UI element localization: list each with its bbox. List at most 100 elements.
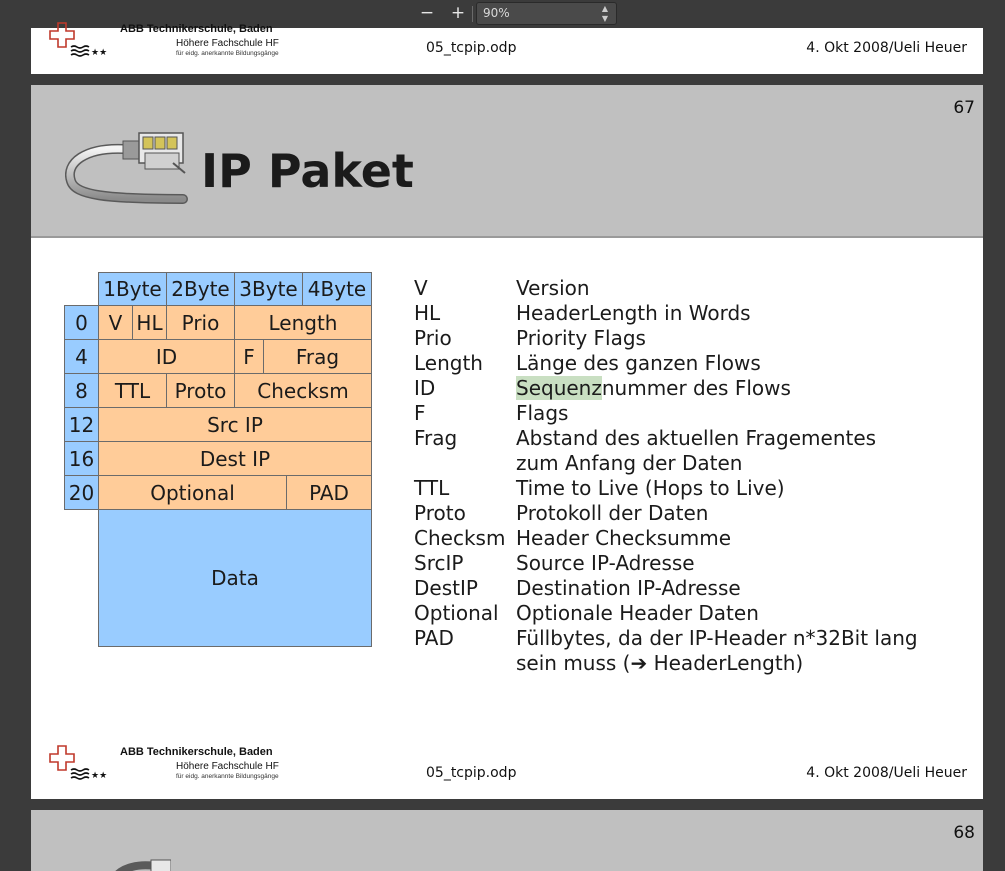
legend-desc: Länge des ganzen Flows (516, 351, 761, 375)
legend-abbr: Optional (414, 601, 499, 625)
school-logo: ★★ ABB Technikerschule, Baden Höhere Fac… (49, 745, 289, 787)
legend-row: Frag Abstand des aktuellen Fragementes (414, 426, 974, 451)
school-subtitle-small: für eidg. anerkannte Bildungsgänge (176, 773, 279, 780)
school-subtitle: Höhere Fachschule HF (176, 761, 279, 772)
field-fragment: Frag (263, 339, 372, 374)
legend-row: Optional Optionale Header Daten (414, 601, 974, 626)
legend-desc: Source IP-Adresse (516, 551, 695, 575)
offset-cell: 8 (64, 373, 99, 408)
field-id: ID (98, 339, 235, 374)
footer-date-author: 4. Okt 2008/Ueli Heuer (806, 40, 967, 56)
legend-row: DestIP Destination IP-Adresse (414, 576, 974, 601)
field-source-ip: Src IP (98, 407, 372, 442)
legend-abbr: DestIP (414, 576, 478, 600)
legend-abbr: SrcIP (414, 551, 464, 575)
legend-desc: Füllbytes, da der IP-Header n*32Bit lang (516, 626, 918, 650)
title-band: 68 (31, 810, 983, 871)
offset-cell: 12 (64, 407, 99, 442)
field-legend: V Version HL HeaderLength in Words Prio … (414, 276, 974, 676)
legend-abbr: HL (414, 301, 441, 325)
legend-desc: HeaderLength in Words (516, 301, 751, 325)
slide-title: IP Paket (201, 144, 414, 198)
school-logo: ★★ ABB Technikerschule, Baden Höhere Fac… (49, 22, 289, 64)
legend-abbr: ID (414, 376, 436, 400)
legend-desc: Header Checksumme (516, 526, 732, 550)
network-plug-icon (115, 859, 171, 871)
legend-abbr: Frag (414, 426, 458, 450)
next-page: 68 (31, 810, 983, 871)
slide-page-67: 67 IP Paket 1Byte 2Byte 3Byte 4Byte 0 4 … (31, 85, 983, 799)
field-optional: Optional (98, 475, 287, 510)
school-name: ABB Technikerschule, Baden (120, 23, 273, 35)
field-priority: Prio (166, 305, 235, 340)
field-data: Data (98, 509, 372, 647)
school-subtitle-small: für eidg. anerkannte Bildungsgänge (176, 50, 279, 57)
legend-abbr: V (414, 276, 428, 300)
legend-row: sein muss (➔ HeaderLength) (414, 651, 974, 676)
zoom-out-button[interactable]: − (416, 3, 438, 23)
legend-row: SrcIP Source IP-Adresse (414, 551, 974, 576)
school-name: ABB Technikerschule, Baden (120, 746, 273, 758)
legend-desc: Version (516, 276, 590, 300)
legend-row: Prio Priority Flags (414, 326, 974, 351)
legend-abbr: TTL (414, 476, 450, 500)
legend-row: V Version (414, 276, 974, 301)
legend-row: F Flags (414, 401, 974, 426)
legend-desc: Flags (516, 401, 569, 425)
legend-desc: zum Anfang der Daten (516, 451, 743, 475)
title-band: 67 IP Paket (31, 85, 983, 238)
byte-header-1: 1Byte (98, 272, 167, 306)
legend-desc: Priority Flags (516, 326, 646, 350)
legend-desc: Sequenznummer des Flows (516, 376, 791, 400)
network-plug-icon (65, 132, 188, 204)
byte-header-3: 3Byte (234, 272, 303, 306)
legend-desc-rest: nummer des Flows (601, 376, 791, 400)
offset-cell: 4 (64, 339, 99, 374)
zoom-select[interactable]: 90% ▲ ▼ (476, 2, 617, 25)
field-checksum: Checksm (234, 373, 372, 408)
legend-desc: Abstand des aktuellen Fragementes (516, 426, 877, 450)
legend-abbr: Checksm (414, 526, 506, 550)
footer-date-author: 4. Okt 2008/Ueli Heuer (806, 765, 967, 781)
legend-row: TTL Time to Live (Hops to Live) (414, 476, 974, 501)
legend-desc: sein muss (➔ HeaderLength) (516, 651, 804, 675)
field-flags: F (234, 339, 264, 374)
school-subtitle: Höhere Fachschule HF (176, 38, 279, 49)
field-destination-ip: Dest IP (98, 441, 372, 476)
legend-row: HL HeaderLength in Words (414, 301, 974, 326)
legend-row: PAD Füllbytes, da der IP-Header n*32Bit … (414, 626, 974, 651)
legend-desc: Time to Live (Hops to Live) (516, 476, 785, 500)
field-ttl: TTL (98, 373, 167, 408)
search-highlight: Sequenz (516, 376, 602, 400)
svg-text:★★: ★★ (91, 48, 107, 58)
field-padding: PAD (286, 475, 372, 510)
select-arrows-icon: ▲ ▼ (601, 4, 608, 23)
slide-number: 68 (953, 823, 975, 843)
legend-row: ID Sequenznummer des Flows (414, 376, 974, 401)
legend-abbr: F (414, 401, 426, 425)
offset-cell: 16 (64, 441, 99, 476)
offset-cell: 0 (64, 305, 99, 340)
legend-abbr: Length (414, 351, 483, 375)
slide-number: 67 (953, 98, 975, 118)
legend-abbr: PAD (414, 626, 454, 650)
legend-desc: Optionale Header Daten (516, 601, 759, 625)
waves-stars-icon: ★★ (70, 45, 107, 58)
waves-stars-icon: ★★ (70, 768, 107, 781)
legend-row: Proto Protokoll der Daten (414, 501, 974, 526)
zoom-value: 90% (483, 6, 510, 20)
toolbar-divider (472, 6, 473, 22)
field-version: V (98, 305, 133, 340)
previous-page: ★★ ABB Technikerschule, Baden Höhere Fac… (31, 22, 983, 74)
field-protocol: Proto (166, 373, 235, 408)
legend-row: Length Länge des ganzen Flows (414, 351, 974, 376)
zoom-in-button[interactable]: + (447, 3, 469, 23)
byte-header-4: 4Byte (302, 272, 372, 306)
legend-desc: Destination IP-Adresse (516, 576, 741, 600)
svg-text:★★: ★★ (91, 771, 107, 781)
footer-filename: 05_tcpip.odp (426, 765, 517, 781)
field-length: Length (234, 305, 372, 340)
offset-cell: 20 (64, 475, 99, 510)
footer-filename: 05_tcpip.odp (426, 40, 517, 56)
legend-row: zum Anfang der Daten (414, 451, 974, 476)
